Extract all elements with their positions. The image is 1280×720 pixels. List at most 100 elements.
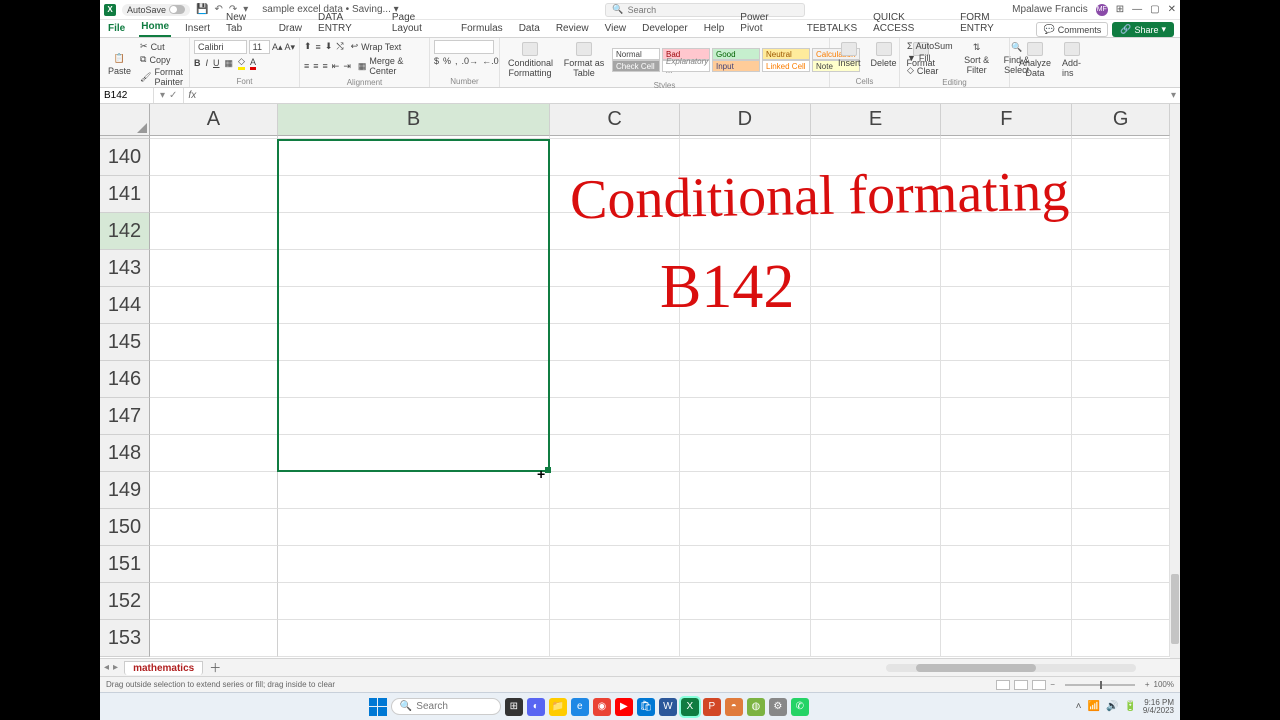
cell-B149[interactable] bbox=[278, 472, 550, 509]
cell-B144[interactable] bbox=[278, 287, 550, 324]
edge-icon[interactable]: e bbox=[571, 698, 589, 716]
cell-D144[interactable] bbox=[680, 287, 811, 324]
wrap-text-button[interactable]: ↩ Wrap Text bbox=[348, 40, 405, 53]
taskbar-search[interactable]: 🔍 Search bbox=[391, 698, 501, 715]
comments-button[interactable]: 💬 Comments bbox=[1036, 22, 1108, 37]
cell-F145[interactable] bbox=[941, 324, 1072, 361]
insert-cells-button[interactable]: Insert bbox=[834, 40, 865, 70]
cancel-formula-icon[interactable]: ▾ bbox=[160, 90, 165, 101]
tab-help[interactable]: Help bbox=[702, 21, 727, 37]
youtube-icon[interactable]: ▶ bbox=[615, 698, 633, 716]
excel-taskbar-icon[interactable]: X bbox=[681, 698, 699, 716]
cell-A146[interactable] bbox=[150, 361, 278, 398]
cell-C149[interactable] bbox=[550, 472, 680, 509]
store-icon[interactable]: 🛍 bbox=[637, 698, 655, 716]
column-header-B[interactable]: B bbox=[278, 104, 550, 136]
cell-C142[interactable] bbox=[550, 213, 680, 250]
toggle-switch-icon[interactable] bbox=[169, 5, 185, 14]
cell-G142[interactable] bbox=[1072, 213, 1170, 250]
cell-D147[interactable] bbox=[680, 398, 811, 435]
cell-C152[interactable] bbox=[550, 583, 680, 620]
row-header-141[interactable]: 141 bbox=[100, 176, 150, 213]
tab-insert[interactable]: Insert bbox=[183, 21, 212, 37]
cell-D152[interactable] bbox=[680, 583, 811, 620]
cell-G153[interactable] bbox=[1072, 620, 1170, 657]
number-format-combo[interactable] bbox=[434, 40, 494, 54]
cut-button[interactable]: ✂ Cut bbox=[137, 40, 186, 53]
cell-C153[interactable] bbox=[550, 620, 680, 657]
cell-D149[interactable] bbox=[680, 472, 811, 509]
cell-F144[interactable] bbox=[941, 287, 1072, 324]
cell-E148[interactable] bbox=[811, 435, 942, 472]
tray-chevron-icon[interactable]: ˄ bbox=[1076, 701, 1082, 712]
horizontal-scrollbar[interactable] bbox=[886, 664, 1136, 672]
cell-D151[interactable] bbox=[680, 546, 811, 583]
start-button[interactable] bbox=[369, 698, 387, 716]
whatsapp-icon[interactable]: ✆ bbox=[791, 698, 809, 716]
cell-G143[interactable] bbox=[1072, 250, 1170, 287]
cell-G145[interactable] bbox=[1072, 324, 1170, 361]
bold-button[interactable]: B bbox=[194, 58, 201, 68]
minimize-icon[interactable]: — bbox=[1132, 4, 1142, 15]
clear-button[interactable]: ◇ Clear bbox=[904, 64, 956, 77]
comma-icon[interactable]: , bbox=[455, 56, 458, 66]
zoom-in-button[interactable]: + bbox=[1145, 680, 1150, 689]
sheet-nav-prev-icon[interactable]: ◂ bbox=[104, 662, 109, 673]
settings-icon[interactable]: ⚙ bbox=[769, 698, 787, 716]
cell-B147[interactable] bbox=[278, 398, 550, 435]
cell-C147[interactable] bbox=[550, 398, 680, 435]
sheet-tab-active[interactable]: mathematics bbox=[124, 661, 203, 675]
fill-color-button[interactable]: ◇ bbox=[238, 56, 245, 70]
spreadsheet-grid[interactable]: ABCDEFG 13914014114214314414514614714814… bbox=[100, 104, 1180, 658]
percent-icon[interactable]: % bbox=[443, 56, 451, 66]
cell-E143[interactable] bbox=[811, 250, 942, 287]
powerpoint-icon[interactable]: P bbox=[703, 698, 721, 716]
cell-D140[interactable] bbox=[680, 139, 811, 176]
row-header-148[interactable]: 148 bbox=[100, 435, 150, 472]
cell-A143[interactable] bbox=[150, 250, 278, 287]
row-header-144[interactable]: 144 bbox=[100, 287, 150, 324]
cell-G151[interactable] bbox=[1072, 546, 1170, 583]
volume-icon[interactable]: 🔊 bbox=[1106, 701, 1118, 712]
merge-center-button[interactable]: ▦ Merge & Center bbox=[355, 55, 425, 77]
column-header-G[interactable]: G bbox=[1072, 104, 1170, 136]
tab-dataentry[interactable]: DATA ENTRY bbox=[316, 10, 378, 37]
tab-view[interactable]: View bbox=[603, 21, 629, 37]
align-middle-icon[interactable]: ≡ bbox=[316, 42, 321, 52]
decrease-font-icon[interactable]: A▾ bbox=[284, 42, 295, 53]
addins-button[interactable]: Add-ins bbox=[1058, 40, 1085, 80]
cell-F146[interactable] bbox=[941, 361, 1072, 398]
border-button[interactable]: ▦ bbox=[225, 58, 234, 69]
style-good[interactable]: Good bbox=[712, 48, 760, 60]
cell-G144[interactable] bbox=[1072, 287, 1170, 324]
cell-G140[interactable] bbox=[1072, 139, 1170, 176]
zoom-slider[interactable] bbox=[1065, 684, 1135, 686]
copy-button[interactable]: ⧉ Copy bbox=[137, 53, 186, 66]
cell-D143[interactable] bbox=[680, 250, 811, 287]
cell-F153[interactable] bbox=[941, 620, 1072, 657]
cell-B153[interactable] bbox=[278, 620, 550, 657]
cell-A145[interactable] bbox=[150, 324, 278, 361]
cell-F150[interactable] bbox=[941, 509, 1072, 546]
cell-E151[interactable] bbox=[811, 546, 942, 583]
font-size-combo[interactable]: 11 bbox=[249, 40, 270, 54]
cell-B148[interactable] bbox=[278, 435, 550, 472]
autosum-button[interactable]: Σ AutoSum bbox=[904, 40, 956, 52]
cell-G152[interactable] bbox=[1072, 583, 1170, 620]
align-top-icon[interactable]: ⬆ bbox=[304, 41, 312, 52]
orientation-icon[interactable]: ⤭ bbox=[336, 41, 343, 52]
format-painter-button[interactable]: 🖌 Format Painter bbox=[137, 66, 186, 88]
conditional-formatting-button[interactable]: Conditional Formatting bbox=[504, 40, 556, 80]
cell-G147[interactable] bbox=[1072, 398, 1170, 435]
cell-E152[interactable] bbox=[811, 583, 942, 620]
cell-E142[interactable] bbox=[811, 213, 942, 250]
cell-C140[interactable] bbox=[550, 139, 680, 176]
add-sheet-button[interactable]: ＋ bbox=[209, 659, 221, 676]
system-tray[interactable]: ˄ 📶 🔊 🔋 9:16 PM 9/4/2023 bbox=[1076, 699, 1174, 715]
style-explanatory[interactable]: Explanatory ... bbox=[662, 60, 710, 72]
enter-formula-icon[interactable]: ✓ bbox=[169, 90, 177, 101]
chrome-icon[interactable]: ◉ bbox=[593, 698, 611, 716]
cell-A140[interactable] bbox=[150, 139, 278, 176]
row-header-142[interactable]: 142 bbox=[100, 213, 150, 250]
view-normal-icon[interactable] bbox=[996, 680, 1010, 690]
